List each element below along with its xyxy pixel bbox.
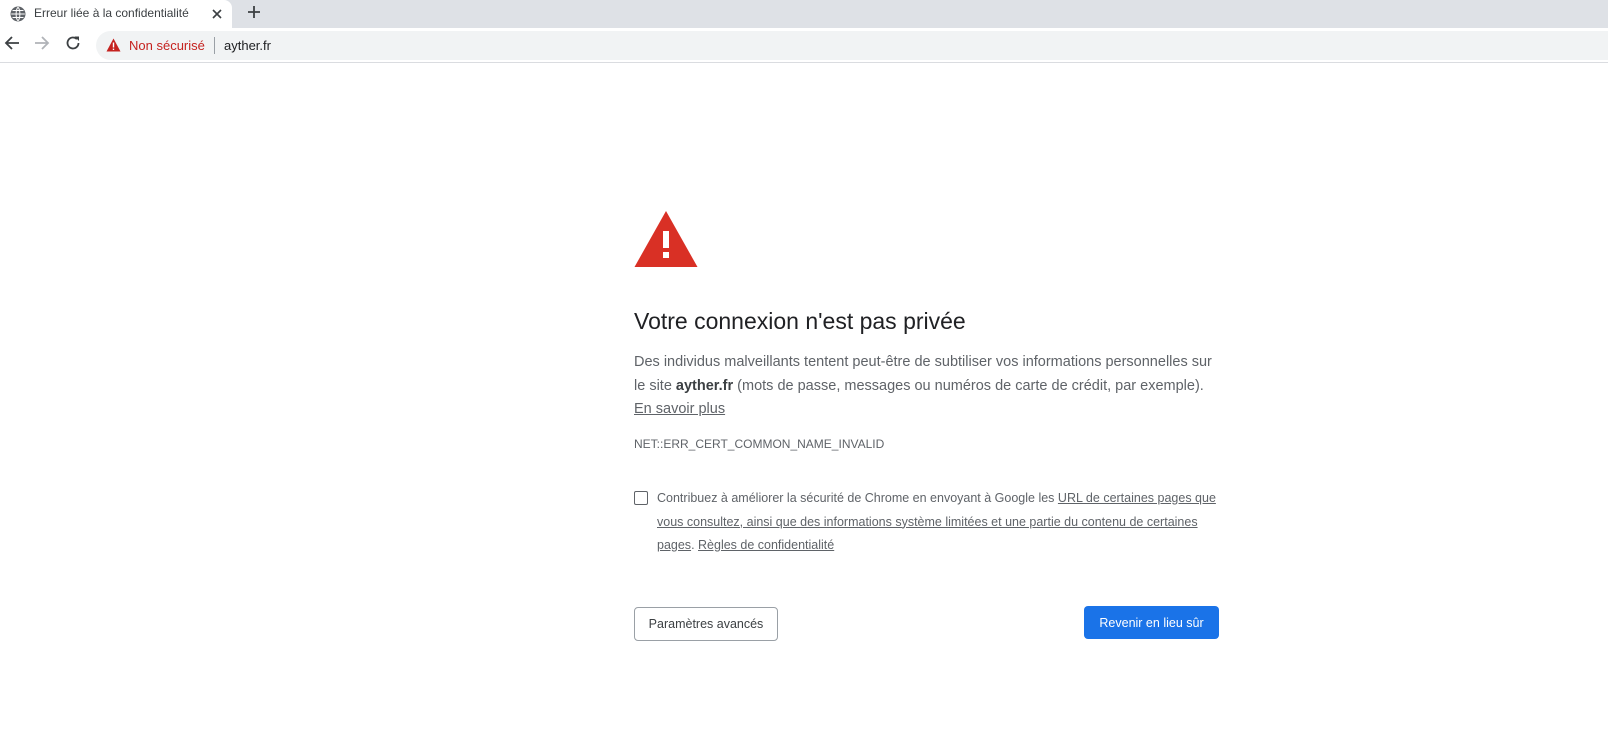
omnibox-divider [214, 37, 215, 54]
back-button[interactable] [1, 34, 23, 56]
arrow-left-icon [4, 35, 20, 56]
tab-strip: Erreur liée à la confidentialité [0, 0, 1608, 28]
close-icon[interactable] [208, 5, 226, 23]
tab-title: Erreur liée à la confidentialité [34, 6, 189, 20]
globe-icon [10, 6, 26, 22]
warning-triangle-icon[interactable] [106, 38, 121, 52]
back-to-safety-button[interactable]: Revenir en lieu sûr [1084, 606, 1219, 639]
arrow-right-icon [34, 35, 50, 56]
advanced-button[interactable]: Paramètres avancés [634, 607, 778, 641]
optin-checkbox[interactable] [634, 491, 648, 505]
browser-toolbar: Non sécurisé ayther.fr [0, 28, 1608, 63]
optin-text: Contribuez à améliorer la sécurité de Ch… [657, 487, 1227, 558]
message-host: ayther.fr [675, 377, 734, 394]
learn-more-link[interactable]: En savoir plus [634, 401, 725, 417]
reload-icon [65, 35, 81, 56]
page-title: Votre connexion n'est pas privée [634, 308, 966, 334]
forward-button[interactable] [31, 34, 53, 56]
error-code: NET::ERR_CERT_COMMON_NAME_INVALID [634, 437, 885, 451]
warning-triangle-icon [634, 210, 698, 268]
reload-button[interactable] [62, 34, 84, 56]
tab-active[interactable]: Erreur liée à la confidentialité [0, 0, 232, 28]
security-chip-label[interactable]: Non sécurisé [129, 38, 205, 53]
message-text-after: (mots de passe, messages ou numéros de c… [733, 377, 1204, 394]
optin-separator: . [691, 538, 699, 552]
plus-icon [247, 5, 261, 24]
main-message: Des individus malveillants tentent peut-… [634, 351, 1224, 422]
url-text[interactable]: ayther.fr [224, 38, 271, 53]
new-tab-button[interactable] [243, 3, 265, 25]
privacy-policy-link[interactable]: Règles de confidentialité [698, 538, 834, 552]
address-bar[interactable]: Non sécurisé ayther.fr [96, 31, 1608, 60]
optin-text-before: Contribuez à améliorer la sécurité de Ch… [657, 491, 1058, 505]
